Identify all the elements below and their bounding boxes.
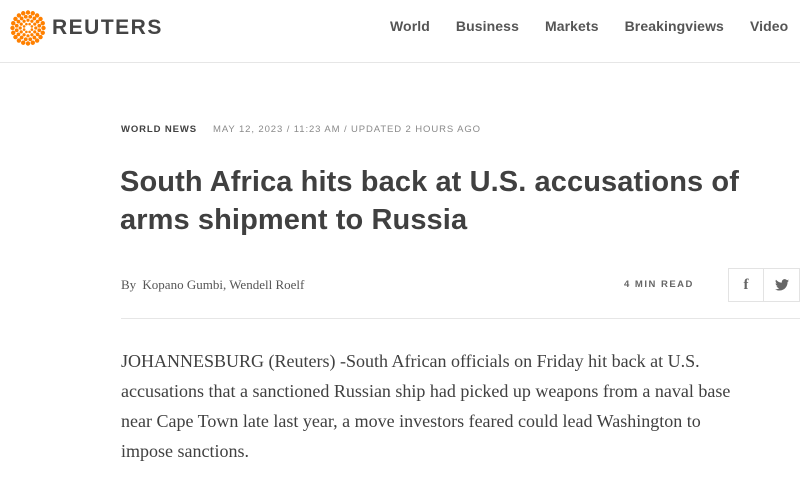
logo-dot [28, 37, 33, 42]
facebook-share-button[interactable]: f [728, 268, 764, 302]
author-links[interactable]: Kopano Gumbi, Wendell Roelf [142, 277, 304, 292]
logo-dot [23, 37, 28, 42]
logo-dot [30, 28, 34, 31]
logo-dot [37, 23, 42, 28]
nav-item-world[interactable]: World [390, 18, 430, 34]
twitter-share-button[interactable] [764, 268, 800, 302]
dateline: MAY 12, 2023 / 11:23 AM / UPDATED 2 HOUR… [213, 124, 481, 135]
logo-dot [10, 25, 15, 31]
logo-dot [37, 28, 42, 33]
logo-dot [22, 33, 26, 37]
logo-dot [35, 19, 40, 24]
article-headline: South Africa hits back at U.S. accusatio… [120, 163, 780, 239]
article-paragraph: JOHANNESBURG (Reuters) -South African of… [121, 346, 796, 466]
logo-dot [25, 30, 28, 34]
paragraph-line: JOHANNESBURG (Reuters) -South African of… [121, 351, 700, 371]
logo-dot [21, 11, 26, 16]
logo-dot [33, 22, 37, 26]
article-meta: WORLD NEWS MAY 12, 2023 / 11:23 AM / UPD… [121, 124, 481, 135]
byline-row: By Kopano Gumbi, Wendell Roelf 4 MIN REA… [121, 268, 800, 302]
logo-dot [40, 30, 45, 35]
logo-dot [30, 40, 35, 45]
logo-dot [11, 21, 16, 26]
logo-dot [19, 30, 23, 34]
logo-dot [25, 10, 31, 15]
byline-prefix: By [121, 277, 137, 292]
logo-dot [32, 16, 37, 21]
section-tag[interactable]: WORLD NEWS [121, 124, 197, 135]
logo-dot [32, 35, 37, 40]
nav-item-breakingviews[interactable]: Breakingviews [625, 18, 724, 34]
main-nav: World Business Markets Breakingviews Vid… [390, 18, 800, 34]
byline: By Kopano Gumbi, Wendell Roelf [121, 277, 304, 293]
reuters-logo-link[interactable]: REUTERS [10, 10, 163, 46]
logo-dot [25, 41, 31, 46]
logo-dot [34, 26, 38, 30]
logo-dot [21, 40, 26, 45]
logo-dot [23, 14, 28, 19]
logo-dot [28, 22, 31, 26]
logo-dot [22, 19, 26, 23]
logo-dot [22, 25, 26, 28]
logo-dot [40, 21, 45, 26]
paragraph-line: impose sanctions. [121, 441, 249, 461]
logo-dot [28, 14, 33, 19]
nav-item-markets[interactable]: Markets [545, 18, 599, 34]
reuters-dot-logo-icon [10, 10, 46, 46]
logo-dot [11, 30, 16, 35]
logo-dot [22, 28, 26, 31]
paragraph-line: accusations that a sanctioned Russian sh… [121, 381, 731, 401]
logo-dot [16, 19, 21, 24]
paragraph-line: near Cape Town late last year, a move in… [121, 411, 701, 431]
logo-dot [41, 25, 46, 31]
logo-dot [19, 35, 24, 40]
twitter-icon [774, 279, 789, 291]
logo-dot [16, 32, 21, 37]
site-header: REUTERS World Business Markets Breakingv… [0, 0, 800, 63]
logo-dot [14, 28, 19, 33]
facebook-icon: f [743, 276, 749, 293]
logo-dot [30, 11, 35, 16]
logo-dot [26, 18, 30, 22]
logo-dot [30, 33, 34, 37]
logo-dot [18, 26, 22, 30]
logo-dot [26, 34, 30, 38]
logo-dot [28, 30, 31, 34]
logo-dot [19, 22, 23, 26]
brand-name: REUTERS [52, 16, 163, 39]
logo-dot [25, 22, 28, 26]
nav-item-video[interactable]: Video [750, 18, 788, 34]
logo-dot [33, 30, 37, 34]
logo-dot [30, 25, 34, 28]
article-page: REUTERS World Business Markets Breakingv… [0, 0, 800, 500]
logo-dot [35, 32, 40, 37]
logo-dot [14, 23, 19, 28]
headline-line: arms shipment to Russia [120, 204, 468, 236]
headline-line: South Africa hits back at U.S. accusatio… [120, 166, 740, 198]
byline-divider [121, 318, 800, 319]
read-time: 4 MIN READ [624, 279, 694, 290]
logo-dot [30, 19, 34, 23]
logo-dot [19, 16, 24, 21]
nav-item-business[interactable]: Business [456, 18, 519, 34]
